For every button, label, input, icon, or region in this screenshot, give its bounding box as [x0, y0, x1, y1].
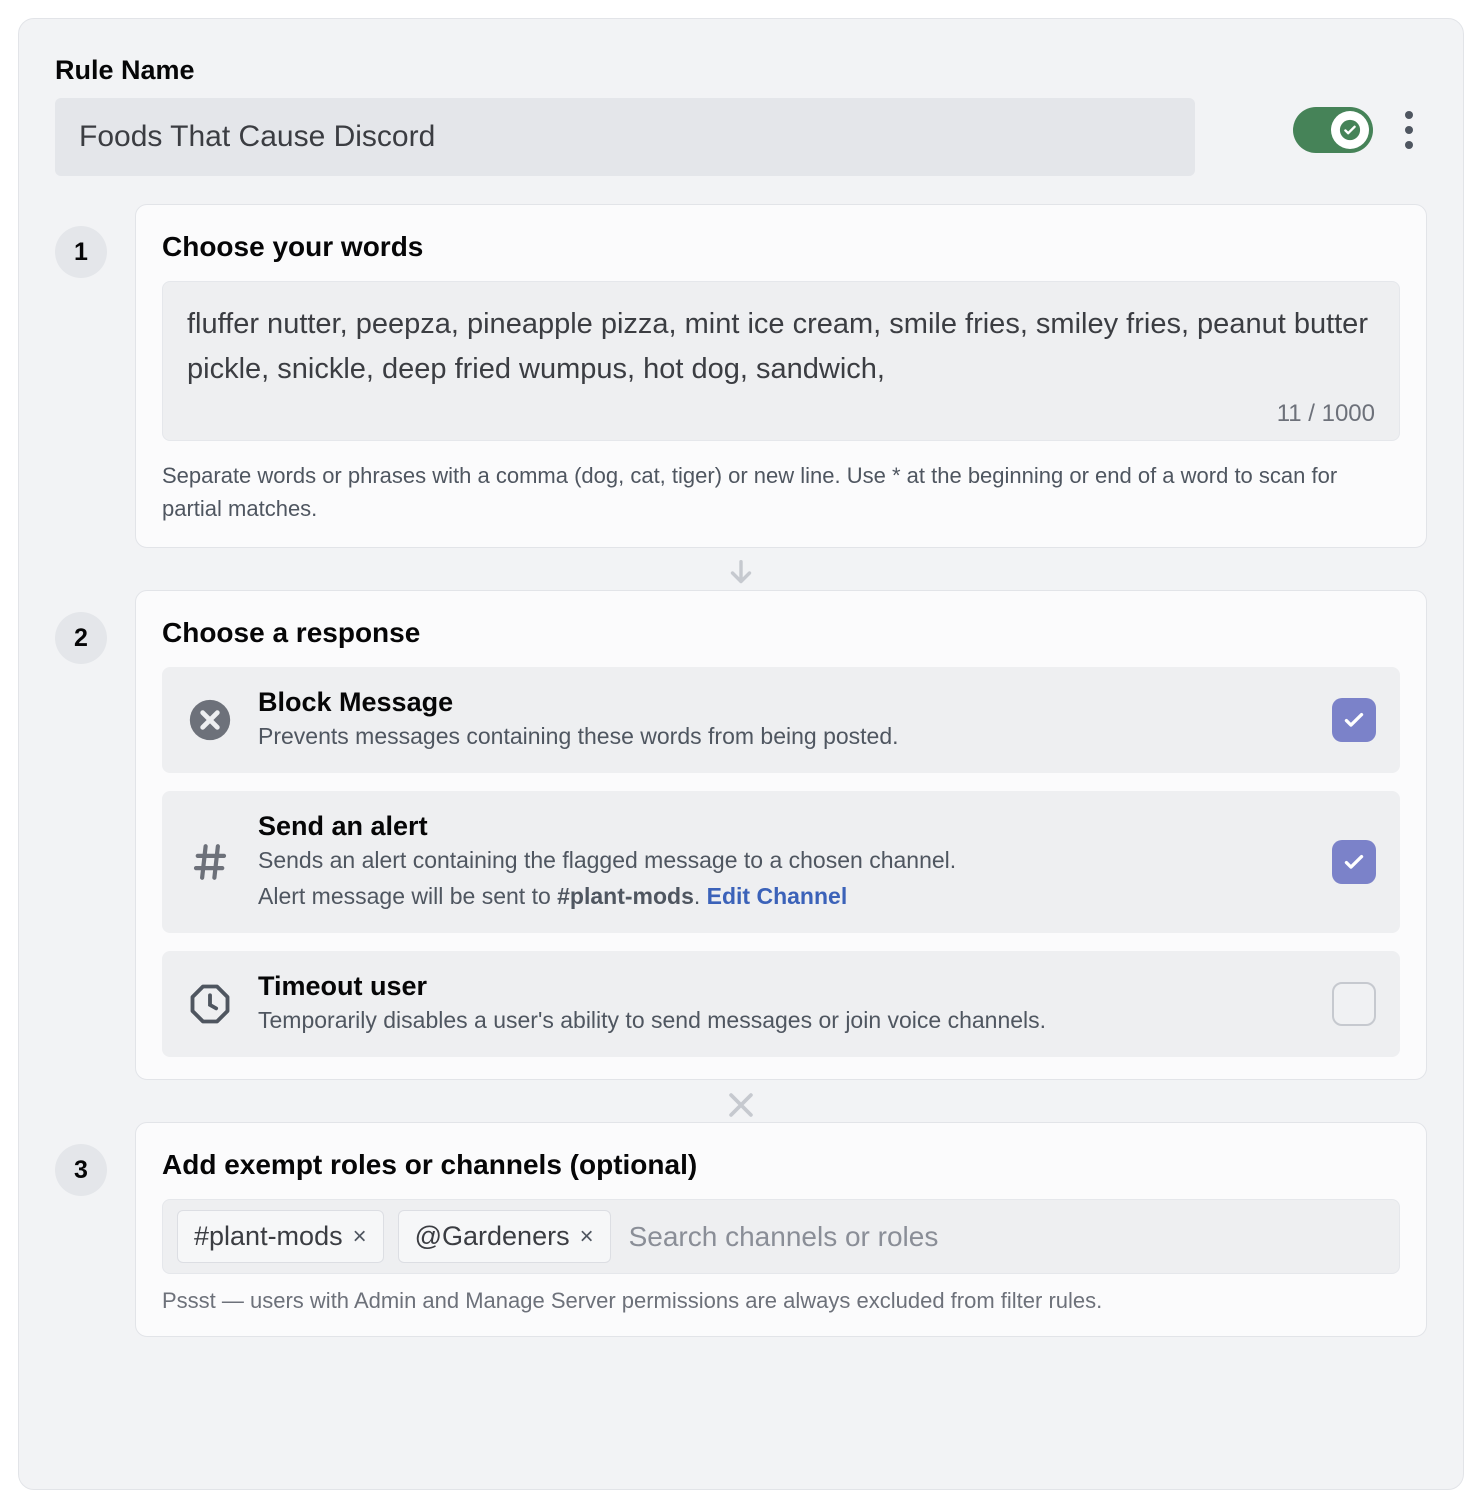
block-desc: Prevents messages containing these words… — [258, 720, 1308, 753]
check-icon — [1341, 707, 1367, 733]
choose-words-title: Choose your words — [162, 231, 1400, 263]
rule-name-label: Rule Name — [55, 55, 1269, 86]
step-badge-1: 1 — [55, 226, 107, 278]
timeout-title: Timeout user — [258, 971, 1308, 1002]
response-timeout-body: Timeout user Temporarily disables a user… — [258, 971, 1308, 1037]
more-options-button[interactable] — [1391, 106, 1427, 154]
alert-channel: #plant-mods — [557, 883, 694, 909]
alert-checkbox[interactable] — [1332, 840, 1376, 884]
alert-desc-1: Sends an alert containing the flagged me… — [258, 844, 1308, 877]
choose-words-helper: Separate words or phrases with a comma (… — [162, 459, 1400, 525]
timeout-checkbox[interactable] — [1332, 982, 1376, 1026]
chip-label: @Gardeners — [415, 1221, 570, 1252]
toggle-knob — [1331, 111, 1369, 149]
step-3-row: 3 Add exempt roles or channels (optional… — [55, 1122, 1427, 1337]
exempt-card: Add exempt roles or channels (optional) … — [135, 1122, 1427, 1337]
header-left: Rule Name — [55, 55, 1269, 176]
alert-desc-2a: Alert message will be sent to — [258, 883, 557, 909]
choose-response-card: Choose a response Block Message Prevents… — [135, 590, 1427, 1080]
exempt-chip-role: @Gardeners × — [398, 1210, 611, 1263]
choose-response-title: Choose a response — [162, 617, 1400, 649]
clock-octagon-icon — [186, 980, 234, 1028]
timeout-desc: Temporarily disables a user's ability to… — [258, 1004, 1308, 1037]
block-title: Block Message — [258, 687, 1308, 718]
step-2-row: 2 Choose a response Block Message Preven… — [55, 590, 1427, 1080]
x-circle-icon — [186, 696, 234, 744]
hash-icon — [186, 838, 234, 886]
block-checkbox[interactable] — [1332, 698, 1376, 742]
alert-desc-2b: . — [694, 883, 707, 909]
response-block-body: Block Message Prevents messages containi… — [258, 687, 1308, 753]
enable-toggle[interactable] — [1293, 107, 1373, 153]
chip-remove-icon[interactable]: × — [353, 1225, 367, 1249]
exempt-chip-channel: #plant-mods × — [177, 1210, 384, 1263]
header-row: Rule Name — [55, 55, 1427, 176]
arrow-down-icon — [724, 556, 758, 590]
response-block-message[interactable]: Block Message Prevents messages containi… — [162, 667, 1400, 773]
exempt-box[interactable]: #plant-mods × @Gardeners × — [162, 1199, 1400, 1274]
x-connector — [55, 1088, 1427, 1122]
words-input[interactable]: fluffer nutter, peepza, pineapple pizza,… — [187, 302, 1375, 394]
choose-words-card: Choose your words fluffer nutter, peepza… — [135, 204, 1427, 548]
words-box: fluffer nutter, peepza, pineapple pizza,… — [162, 281, 1400, 441]
rule-name-input[interactable] — [55, 98, 1195, 176]
chip-label: #plant-mods — [194, 1221, 343, 1252]
check-icon — [1341, 849, 1367, 875]
step-1-row: 1 Choose your words fluffer nutter, peep… — [55, 204, 1427, 548]
step-badge-2: 2 — [55, 612, 107, 664]
x-icon — [724, 1088, 758, 1122]
automod-rule-panel: Rule Name 1 Choose your words fluff — [18, 18, 1464, 1490]
header-right — [1293, 78, 1427, 154]
alert-title: Send an alert — [258, 811, 1308, 842]
response-timeout-user[interactable]: Timeout user Temporarily disables a user… — [162, 951, 1400, 1057]
edit-channel-link[interactable]: Edit Channel — [707, 883, 848, 909]
arrow-connector — [55, 556, 1427, 590]
step-badge-3: 3 — [55, 1144, 107, 1196]
response-send-alert[interactable]: Send an alert Sends an alert containing … — [162, 791, 1400, 933]
check-icon — [1339, 119, 1361, 141]
chip-remove-icon[interactable]: × — [580, 1225, 594, 1249]
exempt-search-input[interactable] — [625, 1213, 1385, 1261]
exempt-title: Add exempt roles or channels (optional) — [162, 1149, 1400, 1181]
exempt-note: Pssst — users with Admin and Manage Serv… — [162, 1288, 1400, 1314]
words-counter: 11 / 1000 — [187, 400, 1375, 428]
alert-desc-2: Alert message will be sent to #plant-mod… — [258, 880, 1308, 913]
response-alert-body: Send an alert Sends an alert containing … — [258, 811, 1308, 913]
